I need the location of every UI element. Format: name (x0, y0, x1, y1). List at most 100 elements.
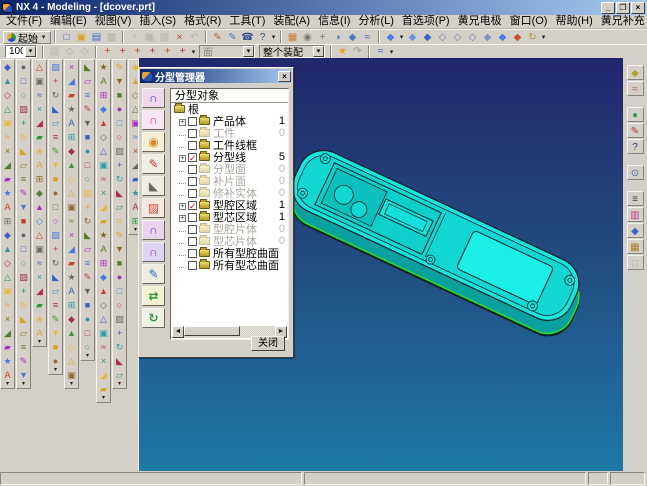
palette-tool-icon[interactable]: ◣ (81, 228, 94, 242)
palette-tool-icon[interactable]: ▼ (49, 326, 62, 340)
assembly-tool-icon[interactable]: ◆ (626, 223, 644, 238)
palette-tool-icon[interactable]: ≈ (33, 88, 46, 102)
palette-tool-icon[interactable]: ≈ (1, 130, 14, 144)
palette-tool-icon[interactable]: ≈ (1, 298, 14, 312)
palette-tool-icon[interactable]: ↻ (17, 298, 30, 312)
palette-tool-icon[interactable]: A (33, 326, 46, 340)
palette-tool-icon[interactable]: □ (113, 284, 126, 298)
palette-tool-icon[interactable]: ▣ (129, 116, 138, 130)
dialog-close-icon[interactable]: × (278, 70, 291, 82)
palette-tool-icon[interactable]: A (33, 158, 46, 172)
close-button[interactable]: × (631, 1, 645, 14)
scroll-left-icon[interactable]: ◄ (172, 326, 184, 338)
palette-tool-icon[interactable]: ◢ (1, 158, 14, 172)
palette-tool-icon[interactable]: ▣ (33, 74, 46, 88)
palette-tool-icon[interactable]: ▣ (33, 242, 46, 256)
palette-tool-icon[interactable]: ≡ (49, 130, 62, 144)
palette-tool-icon[interactable]: ↻ (49, 256, 62, 270)
scrollbar-thumb[interactable] (184, 326, 241, 336)
palette-tool-icon[interactable]: ★ (33, 144, 46, 158)
palette-tool-icon[interactable]: ≡ (81, 256, 94, 270)
palette-tool-icon[interactable]: ▨ (49, 228, 62, 242)
palette-tool-icon[interactable]: ◇ (97, 298, 110, 312)
curve-tool-icon[interactable]: ≈ (373, 45, 388, 58)
palette-tool-icon[interactable]: ▣ (97, 326, 110, 340)
design-patch-surface-button[interactable]: ◉ (142, 132, 165, 152)
palette-tool-icon[interactable]: ● (49, 354, 62, 368)
face-analysis-icon[interactable]: ◆ (495, 31, 510, 44)
expand-plus-icon[interactable]: + (177, 201, 188, 210)
palette-tool-icon[interactable]: ✎ (81, 102, 94, 116)
palette-tool-icon[interactable]: ◇ (129, 88, 138, 102)
menu-item[interactable]: 首选项(P) (398, 15, 454, 28)
restore-button[interactable]: ❐ (616, 1, 630, 14)
palette-tool-icon[interactable]: ▼ (17, 200, 30, 214)
palette-tool-icon[interactable]: ◢ (97, 200, 110, 214)
palette-tool-icon[interactable]: ▰ (1, 172, 14, 186)
palette-tool-icon[interactable]: × (1, 312, 14, 326)
palette-tool-icon[interactable]: ⊞ (33, 172, 46, 186)
web-browser-icon[interactable]: ● (626, 107, 644, 122)
palette-tool-icon[interactable]: ✎ (113, 228, 126, 242)
menu-item[interactable]: 分析(L) (354, 15, 397, 28)
palette-tool-icon[interactable]: △ (1, 102, 14, 116)
help-context-icon[interactable]: ? (255, 31, 270, 44)
menu-item[interactable]: 格式(R) (180, 15, 225, 28)
palette-tool-icon[interactable]: × (129, 144, 138, 158)
palette-column-more-icon[interactable]: ▾ (17, 381, 30, 388)
palette-tool-icon[interactable]: ○ (113, 298, 126, 312)
palette-tool-icon[interactable]: ⊞ (65, 130, 78, 144)
palette-tool-icon[interactable]: △ (65, 354, 78, 368)
palette-tool-icon[interactable]: A (1, 368, 14, 382)
pan-icon[interactable]: + (315, 31, 330, 44)
dialog-title-bar[interactable]: 分型管理器 × (140, 69, 292, 84)
tree-checkbox[interactable] (188, 236, 197, 246)
toolbar-overflow-icon[interactable]: ▾ (270, 33, 277, 41)
menu-item[interactable]: 视图(V) (91, 15, 136, 28)
menu-item[interactable]: 黄兄补充 (597, 15, 647, 28)
palette-tool-icon[interactable]: ▲ (129, 74, 138, 88)
palette-tool-icon[interactable]: □ (17, 74, 30, 88)
snap-center-icon[interactable]: + (160, 45, 175, 58)
palette-tool-icon[interactable]: ≡ (17, 340, 30, 354)
palette-tool-icon[interactable]: ◣ (17, 144, 30, 158)
palette-tool-icon[interactable]: ▰ (97, 214, 110, 228)
shaded-edges-icon[interactable]: ◆ (405, 31, 420, 44)
palette-tool-icon[interactable]: ■ (113, 88, 126, 102)
palette-column-more-icon[interactable]: ▾ (33, 339, 46, 346)
snap-quadrant-icon[interactable]: + (175, 45, 190, 58)
model-dcover[interactable] (284, 142, 587, 344)
extract-region-button[interactable]: ∩ (142, 220, 165, 240)
phone-icon[interactable]: ☎ (240, 31, 255, 44)
palette-tool-icon[interactable]: ↻ (113, 172, 126, 186)
palette-tool-icon[interactable]: ▱ (49, 284, 62, 298)
palette-tool-icon[interactable]: ▼ (17, 368, 30, 382)
palette-tool-icon[interactable]: ◆ (97, 270, 110, 284)
palette-tool-icon[interactable]: × (65, 60, 78, 74)
expand-plus-icon[interactable]: + (177, 213, 188, 222)
toolbar-overflow-icon[interactable]: ▾ (190, 48, 197, 56)
palette-tool-icon[interactable]: ◇ (1, 88, 14, 102)
tree-checkbox[interactable] (188, 176, 197, 186)
sketch-curve-icon[interactable]: ≈ (626, 81, 644, 96)
palette-tool-icon[interactable]: ● (49, 186, 62, 200)
undo-icon[interactable]: ↶ (187, 31, 202, 44)
tree-checkbox[interactable] (188, 224, 197, 234)
palette-tool-icon[interactable]: ◣ (17, 312, 30, 326)
palette-tool-icon[interactable]: ▱ (81, 74, 94, 88)
perspective-icon[interactable]: ◆ (345, 31, 360, 44)
tree-checkbox[interactable] (188, 128, 197, 138)
palette-tool-icon[interactable]: ◆ (97, 102, 110, 116)
palette-tool-icon[interactable]: ▼ (49, 158, 62, 172)
palette-tool-icon[interactable]: ▲ (97, 116, 110, 130)
palette-tool-icon[interactable]: △ (33, 228, 46, 242)
layer-visible-icon[interactable]: ◇ (62, 45, 77, 58)
palette-tool-icon[interactable]: ▱ (113, 368, 126, 382)
tree-row[interactable]: 所有型芯曲面 (171, 259, 288, 272)
rotate-view-icon[interactable]: ↻ (525, 31, 540, 44)
palette-tool-icon[interactable]: △ (33, 60, 46, 74)
palette-tool-icon[interactable]: ★ (1, 354, 14, 368)
suppress-parting-button[interactable]: ✎ (142, 264, 165, 284)
tag-pencil-icon[interactable]: ✎ (210, 31, 225, 44)
palette-tool-icon[interactable]: ≈ (97, 340, 110, 354)
